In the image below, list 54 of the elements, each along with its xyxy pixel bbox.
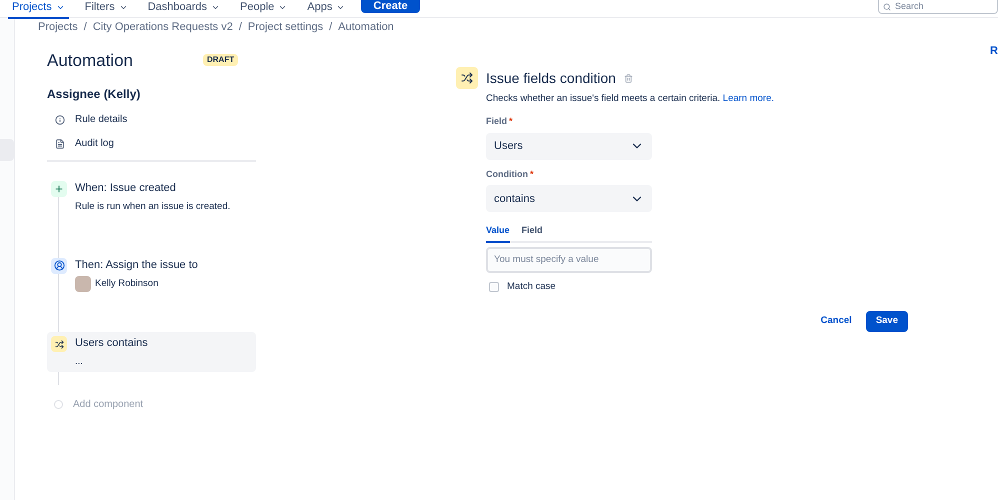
shuffle-icon — [456, 67, 478, 89]
search-placeholder: Search — [895, 1, 924, 12]
nav-item[interactable]: Dashboards — [144, 0, 224, 19]
draft-badge: DRAFT — [203, 54, 238, 66]
value-input[interactable]: You must specify a value — [486, 246, 652, 273]
field-select[interactable]: Users — [486, 132, 652, 160]
breadcrumb-link[interactable]: Project settings — [248, 19, 324, 36]
user-icon — [51, 258, 67, 274]
plus-icon — [51, 181, 67, 197]
rule-link[interactable]: Audit log — [55, 136, 256, 151]
rule-link[interactable]: Rule details — [55, 112, 256, 127]
condition-select[interactable]: contains — [486, 185, 652, 212]
search-icon — [883, 2, 891, 10]
search-field[interactable]: Search — [878, 0, 998, 14]
corner-text[interactable]: R — [990, 43, 998, 60]
breadcrumb-separator: / — [238, 20, 242, 35]
rule-name: Assignee (Kelly) — [47, 86, 142, 103]
person-name: Kelly Robinson — [95, 277, 158, 292]
step-title: Users contains — [75, 336, 148, 352]
field-label: Condition — [486, 168, 528, 181]
required-asterisk: * — [530, 168, 534, 181]
save-button[interactable]: Save — [866, 311, 908, 332]
nav-item[interactable]: Apps — [303, 0, 350, 19]
required-asterisk: * — [509, 115, 513, 128]
step-title: Then: Assign the issue to — [75, 258, 198, 273]
step-detail: Rule is run when an issue is created. — [75, 200, 230, 214]
breadcrumb-link[interactable]: Automation — [338, 19, 394, 36]
shuffle-icon — [51, 336, 67, 352]
rule-step[interactable]: Users contains ... — [47, 332, 256, 372]
breadcrumb-separator: / — [329, 20, 332, 35]
create-button[interactable]: Create — [361, 0, 420, 13]
cancel-button[interactable]: Cancel — [814, 311, 858, 332]
value-tab[interactable]: Value — [486, 224, 510, 243]
avatar-icon — [75, 276, 91, 292]
field-label: Field — [486, 115, 508, 128]
step-title: When: Issue created — [75, 181, 177, 196]
panel-description: Checks whether an issue's field meets a certain criteria. Learn more. — [486, 92, 776, 106]
breadcrumb-link[interactable]: Projects — [38, 19, 78, 36]
panel-title: Issue fields condition — [486, 68, 616, 88]
document-icon — [55, 138, 65, 148]
learn-more-link[interactable]: Learn more. — [722, 93, 774, 104]
delete-icon[interactable] — [624, 74, 633, 82]
checkbox[interactable] — [489, 282, 499, 292]
rule-step[interactable]: Then: Assign the issue to Kelly Robinson — [47, 254, 256, 296]
value-tab[interactable]: Field — [522, 224, 543, 243]
nav-item[interactable]: Filters — [80, 0, 132, 19]
breadcrumb-separator: / — [84, 20, 87, 35]
nav-item[interactable]: People — [236, 0, 292, 19]
page-title: Automation — [47, 50, 134, 72]
rule-step[interactable]: When: Issue created Rule is run when an issue is created. — [47, 177, 256, 217]
breadcrumb-link[interactable]: City Operations Requests v2 — [92, 19, 233, 36]
checkbox-label: Match case — [507, 280, 556, 294]
info-icon — [55, 114, 65, 124]
step-detail: ... — [75, 354, 84, 369]
